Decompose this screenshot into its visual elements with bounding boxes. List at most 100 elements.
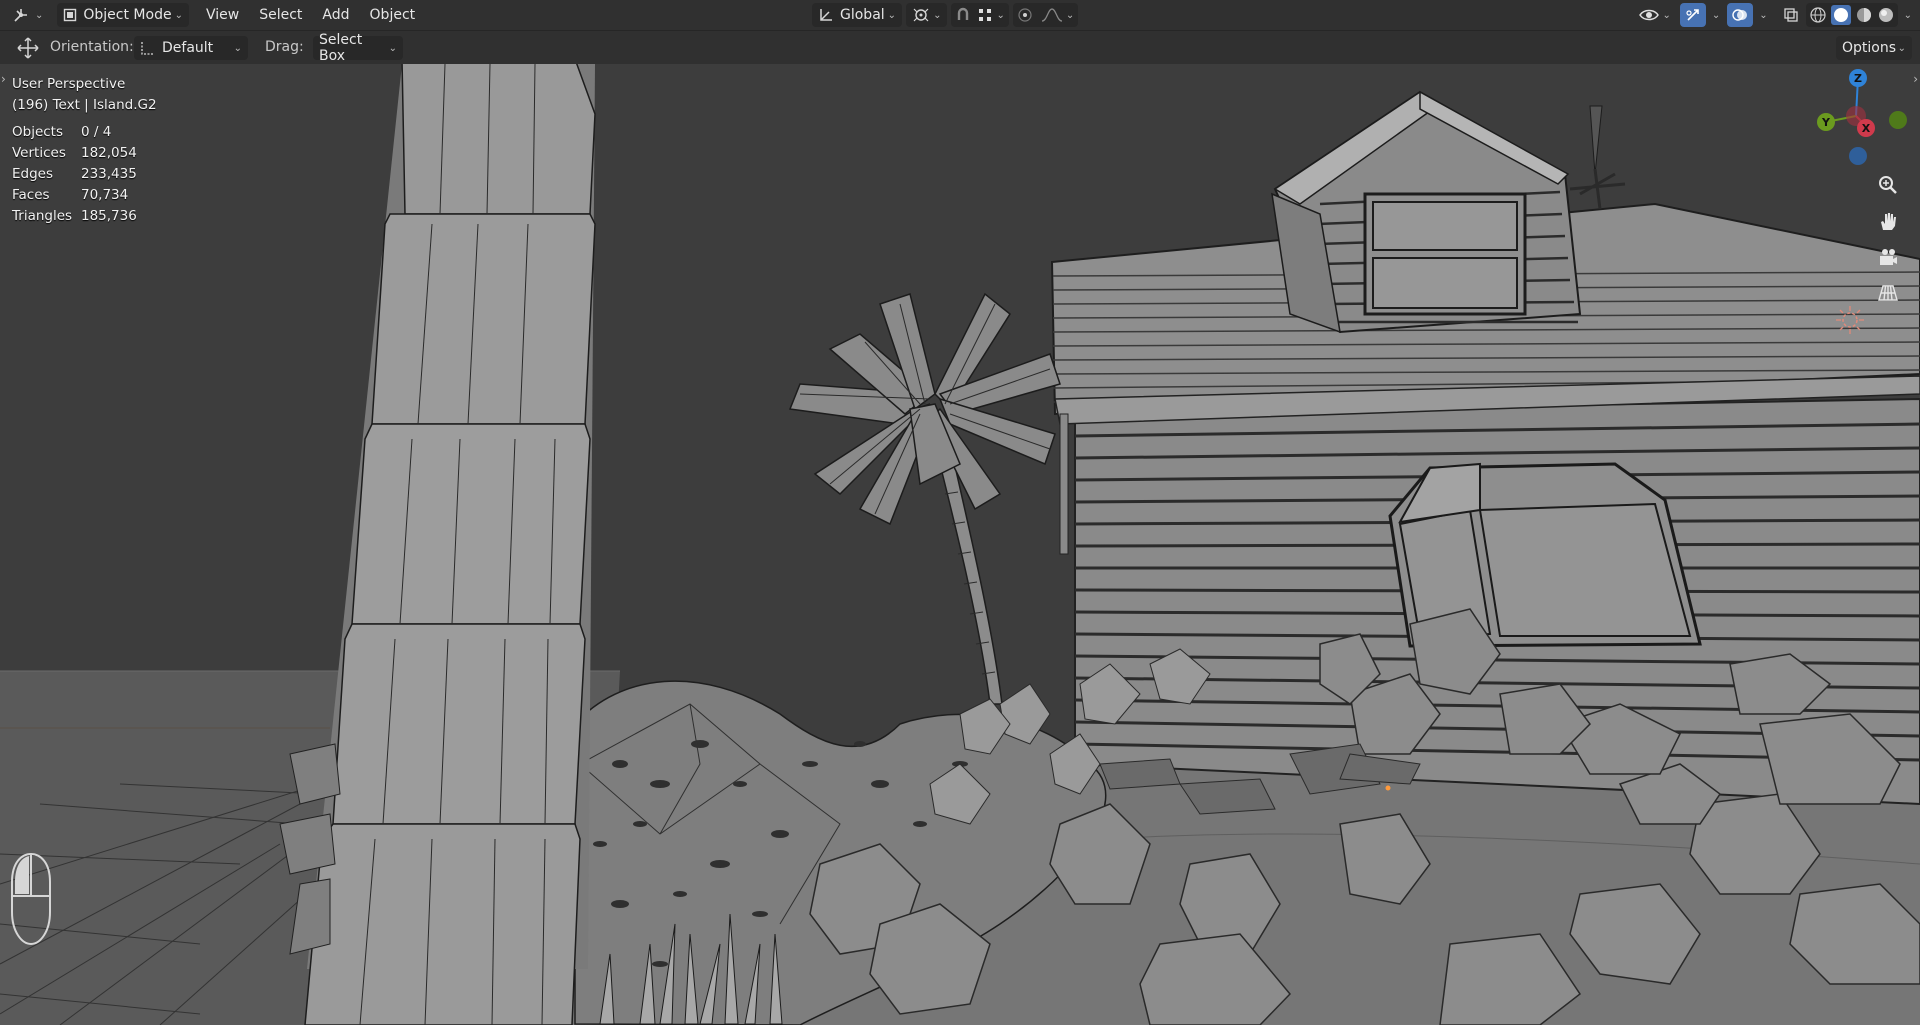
header-left-group: ⌄ Object Mode ⌄ View Select Add Object	[6, 3, 424, 27]
chevron-down-icon: ⌄	[174, 9, 183, 21]
header-right-group: ⌄ ⌄ ⌄ ⌄	[1633, 3, 1912, 27]
xray-icon	[1783, 7, 1799, 23]
chevron-down-icon: ⌄	[35, 9, 44, 21]
transform-orientation-selector[interactable]: Global ⌄	[812, 3, 903, 27]
stat-label: Objects	[12, 124, 64, 140]
chevron-down-icon: ⌄	[233, 42, 242, 54]
menu-object[interactable]: Object	[361, 3, 425, 27]
stat-value: 185,736	[81, 208, 137, 224]
zoom-icon	[1879, 176, 1897, 194]
options-label: Options	[1842, 40, 1897, 56]
orientation-value: Default	[162, 40, 214, 56]
drag-dropdown[interactable]: Select Box ⌄	[313, 32, 403, 64]
gizmo-icon	[1685, 7, 1701, 23]
snap-group: ⌄	[951, 3, 1009, 27]
chevron-down-icon: ⌄	[1662, 9, 1671, 21]
stat-label: Triangles	[12, 208, 73, 224]
stat-label: Vertices	[12, 145, 66, 161]
camera-icon	[1880, 249, 1897, 265]
viewport-right-edge-arrow[interactable]: ›	[1913, 72, 1918, 86]
viewport-header: ⌄ Object Mode ⌄ View Select Add Object G…	[0, 0, 1920, 30]
chevron-down-icon[interactable]: ⌄	[1904, 10, 1912, 21]
snap-target-icon[interactable]	[977, 7, 993, 23]
navigation-gizmo[interactable]: Z Y X	[1800, 64, 1920, 314]
axis-y-label: Y	[1821, 116, 1831, 129]
rendered-shading-icon[interactable]	[1877, 6, 1895, 24]
wireframe-shading-icon[interactable]	[1809, 6, 1827, 24]
chevron-down-icon: ⌄	[1065, 9, 1075, 21]
axis-z-label: Z	[1854, 72, 1862, 85]
axis-gizmo[interactable]: Z Y X	[1800, 64, 1920, 194]
pivot-icon	[912, 7, 930, 23]
orientation-label: Orientation:	[50, 39, 134, 55]
material-shading-icon[interactable]	[1855, 6, 1873, 24]
shading-mode-group	[1805, 3, 1898, 27]
drag-value: Select Box	[319, 32, 363, 64]
stat-row-vertices: Vertices 182,054	[12, 143, 157, 164]
chevron-down-icon[interactable]: ⌄	[1712, 10, 1720, 21]
mode-label: Object Mode	[83, 7, 172, 23]
header-center-group: Global ⌄ ⌄ ⌄ ⌄	[812, 3, 1079, 27]
orientation-global-icon	[818, 7, 834, 23]
pan-button[interactable]	[1872, 205, 1904, 237]
object-mode-icon	[63, 8, 77, 22]
chevron-down-icon[interactable]: ⌄	[1759, 10, 1767, 21]
stat-value: 70,734	[81, 187, 129, 203]
viewport-stats-overlay: User Perspective (196) Text | Island.G2 …	[12, 74, 157, 227]
visibility-selector[interactable]: ⌄	[1633, 3, 1676, 27]
chevron-down-icon: ⌄	[887, 9, 897, 21]
chevron-down-icon: ⌄	[1897, 42, 1906, 54]
3d-viewport[interactable]: User Perspective (196) Text | Island.G2 …	[0, 64, 1920, 1025]
scene-render	[0, 64, 1920, 1025]
chevron-down-icon: ⌄	[996, 9, 1005, 21]
options-dropdown[interactable]: Options ⌄	[1836, 36, 1912, 60]
light-object-icon[interactable]	[1834, 304, 1866, 336]
drag-label: Drag:	[265, 39, 304, 55]
mouse-status-icon	[11, 852, 51, 946]
hand-icon	[1881, 213, 1896, 230]
menu-view[interactable]: View	[197, 3, 248, 27]
viewport-left-edge-arrow[interactable]: ›	[1, 72, 6, 86]
falloff-curve-icon[interactable]	[1041, 7, 1063, 23]
camera-view-button[interactable]	[1872, 241, 1904, 273]
axis-x-label: X	[1862, 122, 1871, 135]
stat-row-faces: Faces 70,734	[12, 185, 157, 206]
grid-perspective-icon	[1878, 285, 1898, 301]
tool-settings-bar: Orientation: Default ⌄ Drag: Select Box …	[0, 30, 1920, 65]
proportional-editing-group: ⌄	[1012, 3, 1079, 27]
active-object-info: (196) Text | Island.G2	[12, 97, 157, 113]
stat-row-edges: Edges 233,435	[12, 164, 157, 185]
zoom-button[interactable]	[1872, 169, 1904, 201]
editor-type-button[interactable]: ⌄	[6, 3, 49, 27]
editor-type-icon	[12, 6, 32, 24]
orientation-label: Global	[840, 7, 885, 23]
stat-label: Edges	[12, 166, 54, 182]
stat-value: 233,435	[81, 166, 137, 182]
show-gizmo-toggle[interactable]	[1679, 3, 1706, 27]
stat-row-objects: Objects 0 / 4	[12, 122, 157, 143]
chevron-down-icon: ⌄	[933, 9, 942, 21]
stat-row-triangles: Triangles 185,736	[12, 206, 157, 227]
pivot-point-selector[interactable]: ⌄	[906, 3, 948, 27]
stat-label: Faces	[12, 187, 50, 203]
axis-neg-y-ball[interactable]	[1889, 111, 1907, 129]
view-name: User Perspective	[12, 76, 126, 92]
orientation-default-icon	[140, 40, 154, 56]
orientation-dropdown[interactable]: Default ⌄	[134, 36, 248, 60]
axis-neg-z-ball[interactable]	[1849, 147, 1867, 165]
menu-select[interactable]: Select	[250, 3, 311, 27]
move-tool-icon	[16, 36, 40, 60]
snap-toggle-icon[interactable]	[955, 7, 971, 23]
perspective-toggle-button[interactable]	[1872, 277, 1904, 309]
menu-add[interactable]: Add	[313, 3, 358, 27]
overlays-icon	[1732, 7, 1748, 23]
xray-toggle[interactable]	[1779, 3, 1803, 27]
mode-selector[interactable]: Object Mode ⌄	[57, 3, 189, 27]
chevron-down-icon: ⌄	[388, 42, 397, 54]
show-overlays-toggle[interactable]	[1727, 3, 1754, 27]
proportional-editing-icon[interactable]	[1017, 7, 1033, 23]
stat-value: 182,054	[81, 145, 137, 161]
eye-icon	[1639, 7, 1660, 23]
solid-shading-icon[interactable]	[1830, 5, 1851, 25]
stat-value: 0 / 4	[81, 124, 112, 140]
